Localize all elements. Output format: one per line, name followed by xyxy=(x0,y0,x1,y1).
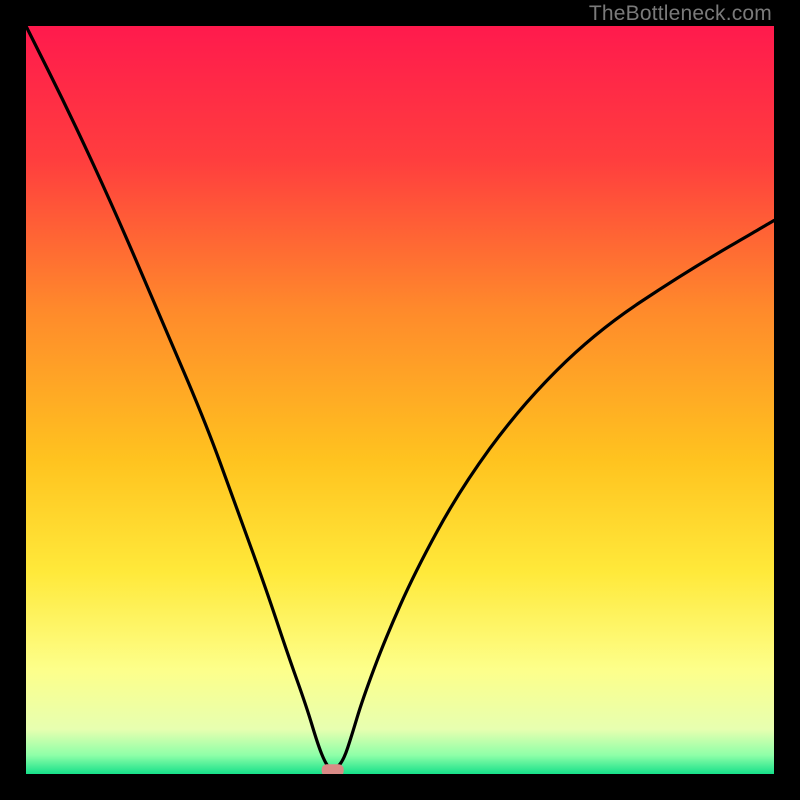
chart-frame xyxy=(26,26,774,774)
min-marker xyxy=(322,764,344,774)
gradient-background xyxy=(26,26,774,774)
watermark-text: TheBottleneck.com xyxy=(589,2,772,26)
bottleneck-chart xyxy=(26,26,774,774)
